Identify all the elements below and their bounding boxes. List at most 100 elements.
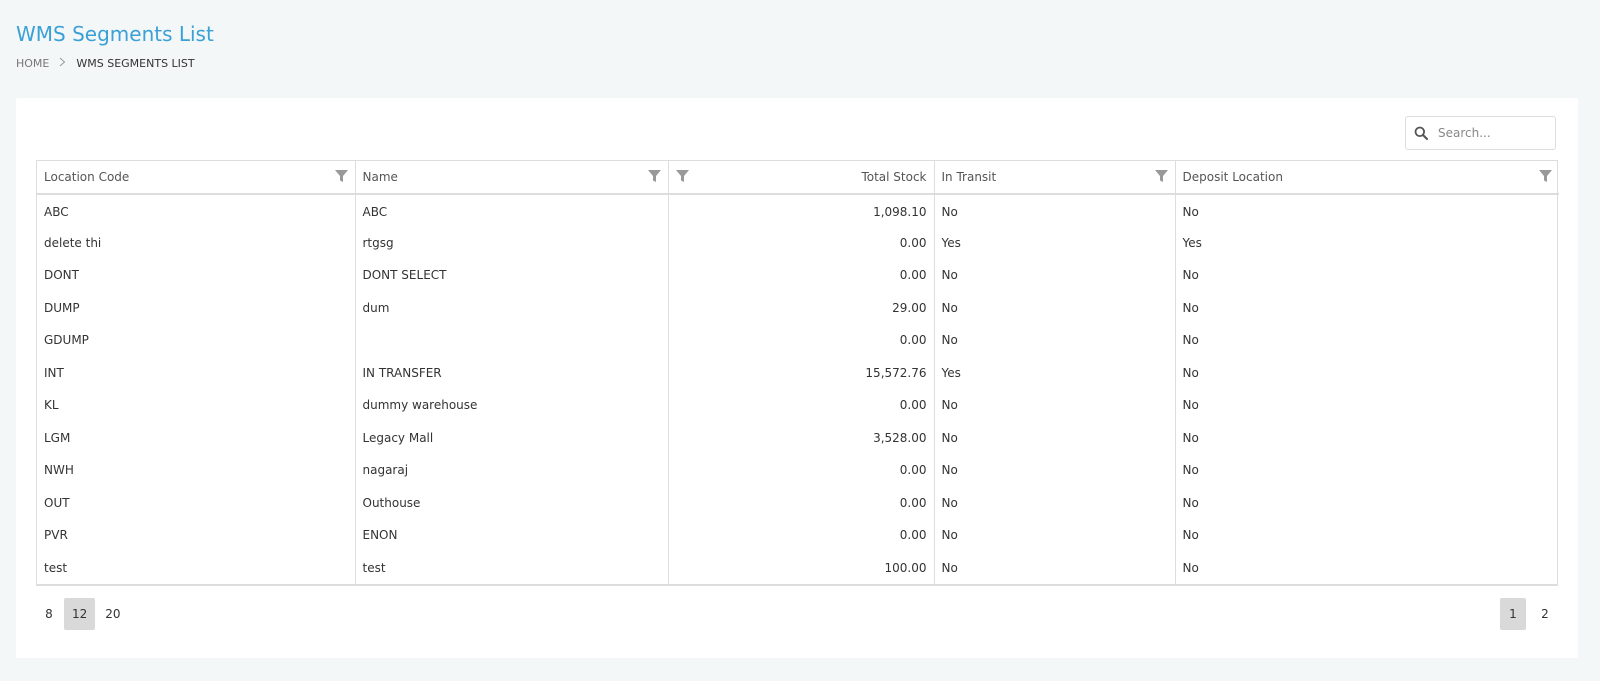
cell-total-stock: 0.00 [668,259,935,292]
table-row[interactable]: KL dummy warehouse 0.00 No No [37,389,1559,422]
cell-total-stock: 0.00 [668,324,935,357]
table-row[interactable]: DUMP dum 29.00 No No [37,291,1559,324]
cell-location-code: test [37,551,356,584]
cell-location-code: delete thi [37,226,356,259]
cell-name: test [355,551,669,584]
cell-in-transit: No [934,519,1176,552]
cell-total-stock: 0.00 [668,226,935,259]
cell-name: dum [355,291,669,324]
page-size-option[interactable]: 8 [36,598,62,630]
cell-location-code: DONT [37,259,356,292]
filter-icon[interactable] [647,170,661,186]
cell-location-code: LGM [37,421,356,454]
cell-location-code: INT [37,356,356,389]
cell-location-code: NWH [37,454,356,487]
cell-in-transit: No [934,194,1176,227]
column-label: Total Stock [861,170,927,184]
cell-in-transit: No [934,291,1176,324]
table-row[interactable]: GDUMP 0.00 No No [37,324,1559,357]
cell-location-code: PVR [37,519,356,552]
cell-in-transit: No [934,454,1176,487]
table-row[interactable]: INT IN TRANSFER 15,572.76 Yes No [37,356,1559,389]
pagination: 1 2 [1500,598,1558,630]
segments-card: Location Code Name [16,98,1578,658]
filter-icon[interactable] [334,170,348,186]
cell-total-stock: 0.00 [668,519,935,552]
table-row[interactable]: DONT DONT SELECT 0.00 No No [37,259,1559,292]
column-label: Deposit Location [1182,170,1283,184]
cell-in-transit: No [934,389,1176,422]
cell-name: rtgsg [355,226,669,259]
filter-icon[interactable] [1539,170,1552,186]
cell-in-transit: Yes [934,226,1176,259]
cell-name [355,324,669,357]
cell-total-stock: 3,528.00 [668,421,935,454]
cell-deposit-location: No [1182,204,1199,219]
cell-total-stock: 0.00 [668,389,935,422]
cell-location-code: ABC [37,194,356,227]
cell-deposit-location: No [1182,398,1199,413]
filter-icon[interactable] [675,170,689,186]
segments-table: Location Code Name Total Stock In Transi… [37,161,1559,584]
column-header-in-transit[interactable]: In Transit [934,161,1176,195]
table-header-row: Location Code Name Total Stock In Transi… [37,161,1559,195]
cell-deposit-location: No [1182,463,1199,478]
table-row[interactable]: LGM Legacy Mall 3,528.00 No No [37,421,1559,454]
cell-in-transit: No [934,259,1176,292]
cell-name: Legacy Mall [355,421,669,454]
breadcrumb-home[interactable]: HOME [16,57,49,70]
filter-icon[interactable] [1154,170,1168,186]
page-size-option[interactable]: 20 [97,598,128,630]
cell-total-stock: 1,098.10 [668,194,935,227]
cell-deposit-location: No [1182,528,1199,543]
cell-in-transit: Yes [934,356,1176,389]
cell-deposit-location: No [1182,560,1199,575]
cell-name: ENON [355,519,669,552]
table-row[interactable]: test test 100.00 No No [37,551,1559,584]
cell-location-code: OUT [37,486,356,519]
table-row[interactable]: delete thi rtgsg 0.00 Yes Yes [37,226,1559,259]
column-header-total-stock[interactable]: Total Stock [668,161,935,195]
segments-grid: Location Code Name Total Stock In Transi… [36,160,1559,586]
page-button-current[interactable]: 1 [1500,598,1526,630]
table-row[interactable]: NWH nagaraj 0.00 No No [37,454,1559,487]
search-input[interactable] [1436,125,1546,141]
page-button[interactable]: 2 [1532,598,1558,630]
cell-name: Outhouse [355,486,669,519]
column-label: Name [362,170,398,184]
cell-deposit-location: No [1182,430,1199,445]
cell-deposit-location: No [1182,333,1199,348]
column-label: Location Code [44,170,130,184]
table-row[interactable]: PVR ENON 0.00 No No [37,519,1559,552]
cell-total-stock: 100.00 [668,551,935,584]
column-header-deposit-location[interactable]: Deposit Location [1175,161,1559,195]
search-box[interactable] [1405,116,1556,150]
page-size-option-selected[interactable]: 12 [64,598,96,630]
cell-deposit-location: No [1182,495,1199,510]
column-label: In Transit [941,170,997,184]
cell-name: DONT SELECT [355,259,669,292]
cell-in-transit: No [934,486,1176,519]
cell-location-code: DUMP [37,291,356,324]
cell-total-stock: 29.00 [668,291,935,324]
chevron-right-icon [59,57,66,70]
cell-deposit-location: Yes [1182,235,1202,250]
page-title: WMS Segments List [16,22,214,46]
cell-name: ABC [355,194,669,227]
cell-in-transit: No [934,324,1176,357]
cell-name: dummy warehouse [355,389,669,422]
column-header-name[interactable]: Name [355,161,669,195]
cell-total-stock: 15,572.76 [668,356,935,389]
column-header-location-code[interactable]: Location Code [37,161,356,195]
search-icon [1414,126,1428,140]
cell-total-stock: 0.00 [668,454,935,487]
page-size-selector: 8 12 20 [36,598,131,630]
breadcrumb-current: WMS SEGMENTS LIST [76,57,195,70]
cell-deposit-location: No [1182,365,1199,380]
cell-name: nagaraj [355,454,669,487]
table-row[interactable]: OUT Outhouse 0.00 No No [37,486,1559,519]
table-row[interactable]: ABC ABC 1,098.10 No No [37,194,1559,227]
cell-in-transit: No [934,421,1176,454]
cell-total-stock: 0.00 [668,486,935,519]
cell-deposit-location: No [1182,268,1199,283]
